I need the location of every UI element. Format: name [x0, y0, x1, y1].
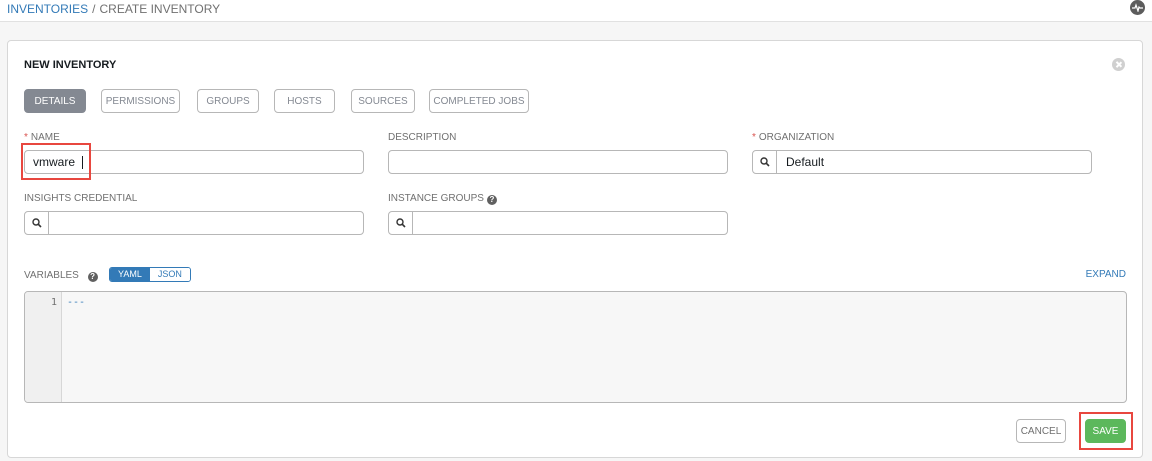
name-label: * NAME [24, 132, 60, 143]
close-icon[interactable] [1112, 58, 1125, 71]
variables-label-text: VARIABLES [24, 270, 79, 281]
question-circle-icon[interactable]: ? [486, 195, 497, 205]
organization-label-text: ORGANIZATION [758, 132, 835, 143]
tab-details[interactable]: DETAILS [24, 89, 86, 113]
form-title: NEW INVENTORY [24, 59, 117, 71]
cancel-button[interactable]: CANCEL [1016, 419, 1066, 443]
top-bar: INVENTORIES / CREATE INVENTORY [0, 0, 1152, 22]
tab-groups[interactable]: GROUPS [197, 89, 259, 113]
breadcrumb-inventories-link[interactable]: INVENTORIES [7, 2, 88, 16]
organization-value: Default [786, 155, 825, 169]
expand-link[interactable]: EXPAND [1086, 269, 1126, 280]
tab-completed-jobs[interactable]: COMPLETED JOBS [429, 89, 529, 113]
code-line: --- [67, 297, 86, 308]
insights-credential-label: INSIGHTS CREDENTIAL [24, 193, 138, 204]
description-input[interactable] [388, 150, 728, 174]
breadcrumb-separator: / [92, 2, 96, 16]
editor-gutter: 1 [25, 292, 62, 402]
breadcrumb: INVENTORIES / CREATE INVENTORY [7, 2, 220, 16]
instance-groups-lookup[interactable] [388, 211, 728, 235]
required-marker: * [752, 132, 756, 143]
search-icon[interactable] [389, 212, 413, 234]
line-number: 1 [50, 297, 57, 308]
question-circle-icon[interactable]: ? [87, 272, 98, 282]
search-icon[interactable] [753, 151, 777, 173]
tab-permissions[interactable]: PERMISSIONS [101, 89, 180, 113]
instance-groups-label-text: INSTANCE GROUPS [388, 193, 484, 204]
yaml-toggle-button[interactable]: YAML [110, 268, 150, 281]
instance-groups-label: INSTANCE GROUPS? [388, 193, 497, 205]
tab-hosts[interactable]: HOSTS [274, 89, 335, 113]
name-label-text: NAME [30, 132, 60, 143]
search-icon[interactable] [25, 212, 49, 234]
tab-sources[interactable]: SOURCES [351, 89, 415, 113]
breadcrumb-current: CREATE INVENTORY [99, 2, 221, 16]
save-button-highlight [1079, 412, 1133, 450]
variables-format-toggle: YAML JSON [109, 267, 191, 282]
activity-stream-icon[interactable] [1130, 0, 1145, 15]
required-marker: * [24, 132, 28, 143]
variables-code-editor[interactable]: 1 --- [24, 291, 1127, 403]
json-toggle-button[interactable]: JSON [149, 268, 190, 281]
variables-label: VARIABLES ? [24, 270, 98, 282]
new-inventory-form: NEW INVENTORY DETAILS PERMISSIONS GROUPS… [7, 40, 1143, 458]
insights-credential-lookup[interactable] [24, 211, 364, 235]
organization-lookup[interactable]: Default [752, 150, 1092, 174]
name-field-highlight [21, 143, 91, 180]
organization-label: * ORGANIZATION [752, 132, 834, 143]
description-label: DESCRIPTION [388, 132, 457, 143]
